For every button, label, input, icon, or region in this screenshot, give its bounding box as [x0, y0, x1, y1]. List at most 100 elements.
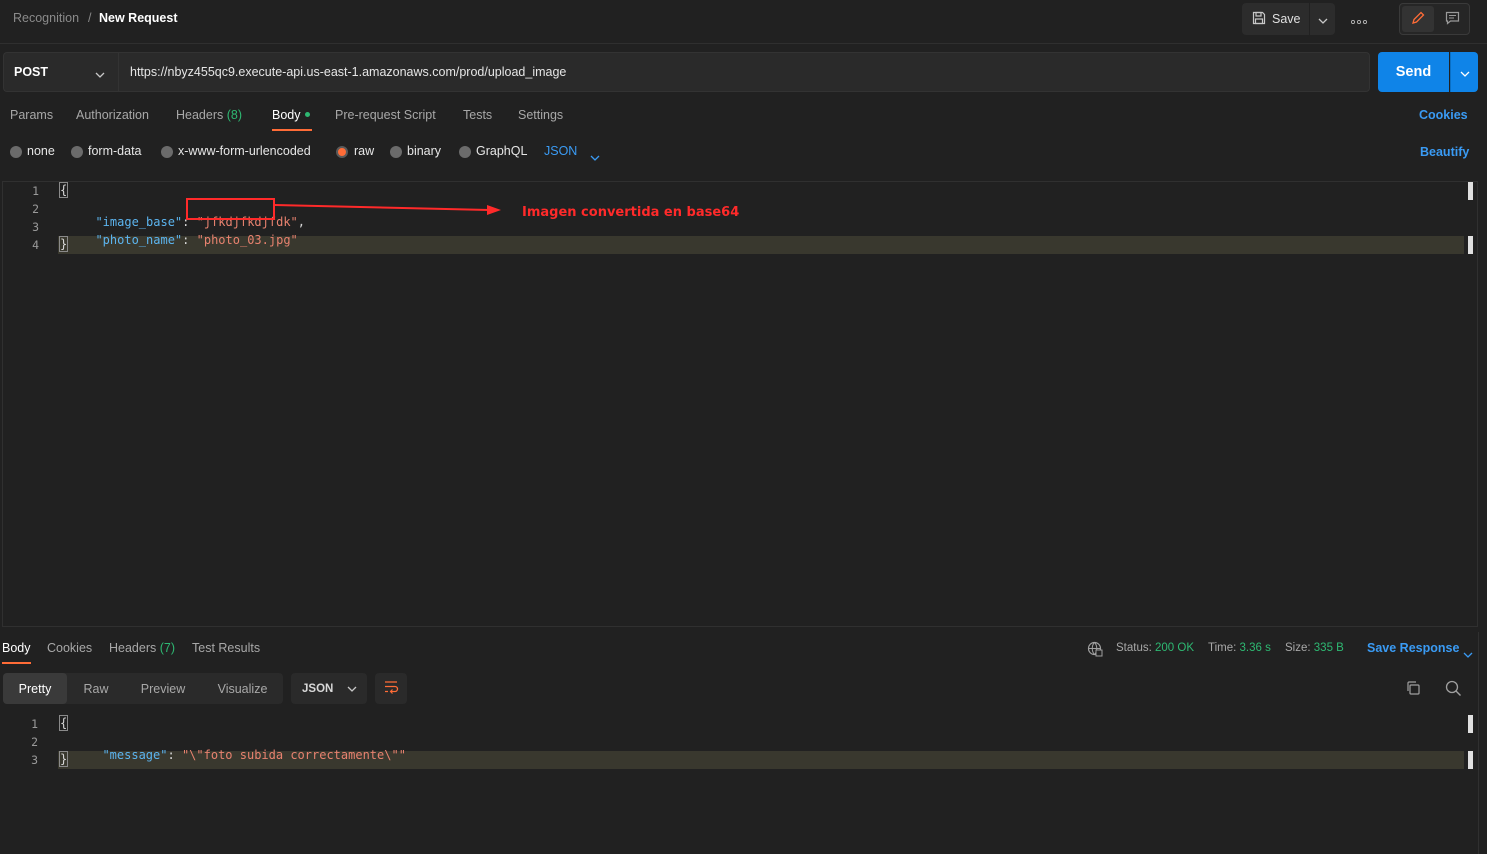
line-number: 2	[31, 735, 38, 749]
tab-headers-label: Headers	[176, 108, 224, 122]
code-line-photo-name: "photo_name": "photo_03.jpg"	[81, 219, 298, 247]
radio-none[interactable]	[10, 146, 22, 158]
send-label: Send	[1395, 64, 1432, 80]
response-tab-cookies[interactable]: Cookies	[47, 641, 92, 655]
response-scrollbar[interactable]	[1468, 715, 1473, 733]
response-open-brace: {	[58, 715, 69, 731]
radio-binary[interactable]	[390, 146, 402, 158]
response-headers-count: (7)	[159, 641, 176, 655]
send-button[interactable]: Send	[1378, 52, 1449, 92]
body-format-value: JSON	[544, 144, 578, 158]
time-value: 3.36 s	[1239, 642, 1271, 654]
url-input[interactable]: https://nbyz455qc9.execute-api.us-east-1…	[118, 52, 1370, 92]
response-right-border	[1478, 632, 1479, 854]
size-indicator[interactable]: Size: 335 B	[1285, 642, 1344, 654]
tab-tests[interactable]: Tests	[463, 108, 492, 122]
radio-form-data-label[interactable]: form-data	[88, 144, 142, 158]
active-tab-indicator	[272, 129, 312, 131]
radio-urlencoded-label[interactable]: x-www-form-urlencoded	[178, 144, 311, 158]
radio-binary-label[interactable]: binary	[407, 144, 441, 158]
editor-scrollbar[interactable]	[1468, 182, 1473, 200]
line-number: 2	[32, 202, 39, 216]
search-icon[interactable]	[1445, 680, 1462, 700]
cookies-link[interactable]: Cookies	[1419, 108, 1468, 122]
chevron-down-icon	[95, 66, 105, 81]
radio-raw-label[interactable]: raw	[354, 144, 374, 158]
save-label: Save	[1272, 12, 1301, 26]
url-value: https://nbyz455qc9.execute-api.us-east-1…	[130, 65, 567, 79]
format-visualize[interactable]: Visualize	[204, 673, 281, 704]
send-options-button[interactable]	[1450, 52, 1478, 92]
body-format-select[interactable]: JSON	[544, 144, 577, 158]
format-pretty[interactable]: Pretty	[3, 673, 67, 704]
editor-scroll-marker	[1468, 236, 1473, 254]
format-raw[interactable]: Raw	[70, 673, 122, 704]
page-title[interactable]: New Request	[99, 11, 178, 25]
tab-authorization[interactable]: Authorization	[76, 108, 149, 122]
top-divider	[0, 43, 1487, 44]
response-active-tab-indicator	[2, 662, 31, 664]
response-tab-headers[interactable]: Headers (7)	[109, 641, 175, 655]
breadcrumb-parent[interactable]: Recognition	[13, 11, 79, 25]
format-preview[interactable]: Preview	[128, 673, 198, 704]
copy-icon[interactable]	[1405, 680, 1421, 699]
annotation-highlight-box	[186, 198, 275, 220]
annotation-arrow	[274, 202, 505, 221]
line-number: 4	[32, 238, 39, 252]
radio-graphql-label[interactable]: GraphQL	[476, 144, 527, 158]
more-options-button[interactable]	[1348, 10, 1370, 28]
response-close-brace: }	[58, 751, 69, 767]
comment-icon	[1445, 11, 1460, 28]
ellipsis-icon	[1350, 12, 1368, 27]
line-number: 3	[32, 220, 39, 234]
time-indicator[interactable]: Time: 3.36 s	[1208, 642, 1271, 654]
json-key: "photo_name"	[95, 233, 183, 247]
floppy-disk-icon	[1252, 11, 1266, 28]
status-value: 200 OK	[1155, 642, 1195, 654]
chevron-down-icon	[1318, 12, 1328, 27]
wrap-lines-button[interactable]	[375, 673, 407, 704]
radio-raw[interactable]	[336, 146, 348, 158]
edit-mode-button[interactable]	[1402, 6, 1434, 32]
code-open-brace: {	[58, 182, 69, 198]
response-headers-label: Headers	[109, 641, 157, 655]
response-line-message: "message": "\"foto subida correctamente\…	[102, 748, 406, 762]
save-button[interactable]: Save	[1242, 3, 1309, 35]
json-value: "\"foto subida correctamente\""	[181, 748, 406, 762]
status-indicator[interactable]: Status: 200 OK	[1116, 642, 1194, 654]
response-tab-test-results[interactable]: Test Results	[192, 641, 260, 655]
json-key: "message"	[102, 748, 168, 762]
radio-none-label[interactable]: none	[27, 144, 55, 158]
chevron-down-icon	[590, 149, 600, 164]
tab-body[interactable]: Body	[272, 108, 310, 122]
line-number: 1	[31, 717, 38, 731]
response-format-value: JSON	[302, 682, 334, 695]
comments-button[interactable]	[1436, 6, 1468, 32]
tab-body-label: Body	[272, 108, 301, 122]
globe-network-icon[interactable]	[1087, 641, 1103, 660]
annotation-label: Imagen convertida en base64	[522, 205, 740, 220]
beautify-link[interactable]: Beautify	[1420, 145, 1469, 159]
line-number: 1	[32, 184, 39, 198]
tab-pre-request-script[interactable]: Pre-request Script	[335, 108, 436, 122]
response-tab-body[interactable]: Body	[2, 641, 31, 655]
modified-indicator	[304, 112, 310, 117]
size-label: Size:	[1285, 642, 1311, 654]
tab-params[interactable]: Params	[10, 108, 53, 122]
line-number: 3	[31, 753, 38, 767]
radio-urlencoded[interactable]	[161, 146, 173, 158]
json-value: "photo_03.jpg"	[196, 233, 298, 247]
chevron-down-icon	[1460, 65, 1470, 80]
save-response-button[interactable]: Save Response	[1367, 641, 1459, 655]
response-format-select[interactable]: JSON	[291, 673, 367, 704]
save-options-button[interactable]	[1310, 3, 1335, 35]
time-label: Time:	[1208, 642, 1237, 654]
breadcrumb-separator: /	[88, 11, 92, 25]
radio-graphql[interactable]	[459, 146, 471, 158]
response-scroll-marker	[1468, 751, 1473, 769]
tab-headers[interactable]: Headers (8)	[176, 108, 242, 122]
pencil-icon	[1411, 11, 1425, 28]
chevron-down-icon	[1463, 646, 1473, 661]
tab-settings[interactable]: Settings	[518, 108, 563, 122]
radio-form-data[interactable]	[71, 146, 83, 158]
